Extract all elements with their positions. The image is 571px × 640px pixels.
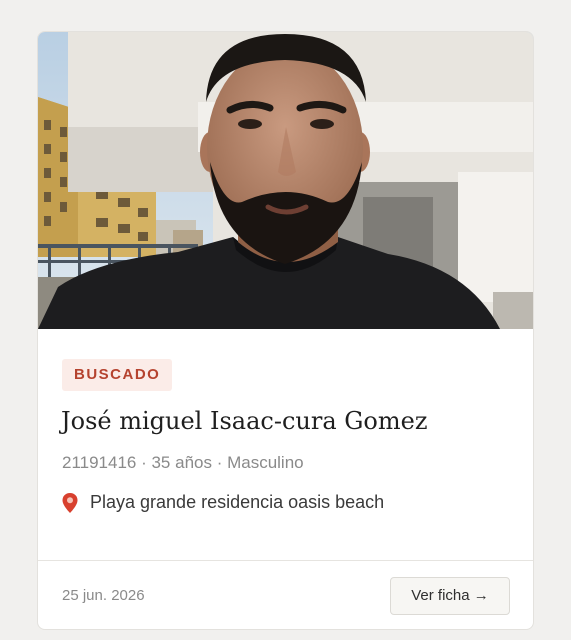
divider — [38, 560, 533, 561]
view-record-button[interactable]: Ver ficha → — [390, 577, 510, 615]
date-label: 25 jun. 2026 — [62, 587, 145, 604]
profile-photo — [38, 32, 533, 329]
status-badge: BUSCADO — [62, 359, 173, 391]
location-text: Playa grande residencia oasis beach — [90, 492, 385, 512]
person-name: José miguel Isaac-cura Gomez — [61, 407, 428, 435]
person-card: BUSCADO José miguel Isaac-cura Gomez 211… — [37, 31, 534, 630]
location-row: Playa grande residencia oasis beach — [62, 492, 384, 513]
person-meta: 21191416 · 35 años · Masculino — [62, 453, 304, 472]
pin-icon — [62, 492, 78, 513]
